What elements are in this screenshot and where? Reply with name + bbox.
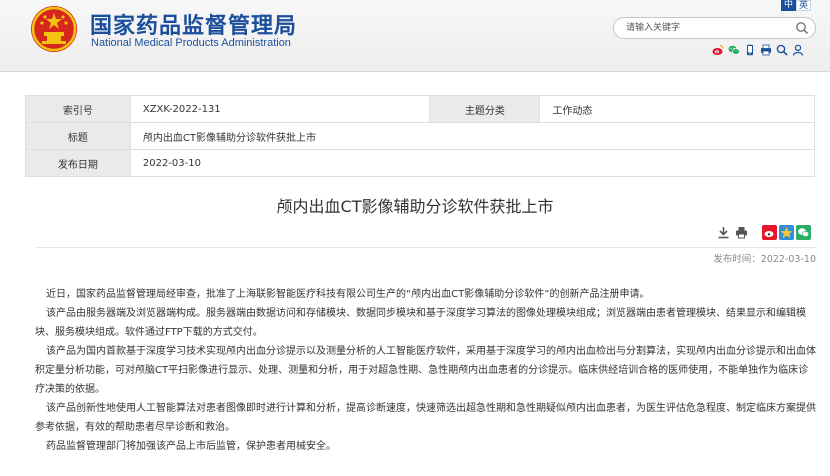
lang-chinese[interactable]: 中 [781,0,796,11]
search-icon[interactable] [776,44,788,56]
publish-time: 发布时间：2022-03-10 [713,254,816,265]
language-switch: 中 英 [781,0,811,11]
search-input[interactable] [626,21,791,35]
download-icon[interactable] [717,226,730,239]
table-row: 发布日期 2022-03-10 [25,149,816,177]
national-emblem-icon[interactable] [30,5,78,53]
wechat-share-icon[interactable] [796,225,811,240]
article-title: 颅内出血CT影像辅助分诊软件获批上市 [276,197,554,216]
print-icon[interactable] [760,44,772,56]
search-box [613,17,816,39]
qzone-share-icon[interactable] [779,225,794,240]
index-number-label: 索引号 [25,95,131,123]
divider [35,247,817,248]
document-info-table: 索引号 XZXK-2022-131 主题分类 工作动态 标题 颅内出血CT影像辅… [25,95,816,177]
site-name-cn[interactable]: 国家药品监督管理局 [90,8,297,40]
paragraph: 该产品由服务器端及浏览器端构成。服务器端由数据访问和存储模块、数据同步模块和基于… [35,308,806,338]
weibo-icon[interactable] [712,44,724,56]
site-header: 国家药品监督管理局 National Medical Products Admi… [0,0,830,72]
date-label: 发布日期 [25,149,131,177]
site-name-en[interactable]: National Medical Products Administration [91,37,291,49]
paragraph: 该产品为国内首款基于深度学习技术实现颅内出血分诊提示以及测量分析的人工智能医疗软… [35,346,816,395]
print-icon[interactable] [735,226,748,239]
wechat-icon[interactable] [728,44,740,56]
lang-english[interactable]: 英 [796,0,811,11]
index-number-value: XZXK-2022-131 [129,95,431,123]
title-label: 标题 [25,122,131,150]
weibo-share-icon[interactable] [762,225,777,240]
search-icon[interactable] [795,21,809,35]
date-value: 2022-03-10 [129,149,816,177]
table-row: 标题 颅内出血CT影像辅助分诊软件获批上市 [25,122,816,150]
paragraph: 该产品创新性地使用人工智能算法对患者图像即时进行计算和分析，提高诊断速度，快速筛… [35,403,816,433]
category-label: 主题分类 [429,95,541,123]
paragraph: 药品监督管理部门将加强该产品上市后监管，保护患者用械安全。 [46,441,336,452]
title-value: 颅内出血CT影像辅助分诊软件获批上市 [129,122,816,150]
paragraph: 近日，国家药品监督管理局经审查，批准了上海联影智能医疗科技有限公司生产的“颅内出… [46,289,650,300]
article-body: 近日，国家药品监督管理局经审查，批准了上海联影智能医疗科技有限公司生产的“颅内出… [35,285,817,456]
user-icon[interactable] [792,44,804,56]
share-buttons [762,225,811,240]
social-links [712,44,804,56]
category-value: 工作动态 [539,95,815,123]
article-tools [717,226,748,239]
mobile-icon[interactable] [744,44,756,56]
table-row: 索引号 XZXK-2022-131 主题分类 工作动态 [25,95,815,123]
